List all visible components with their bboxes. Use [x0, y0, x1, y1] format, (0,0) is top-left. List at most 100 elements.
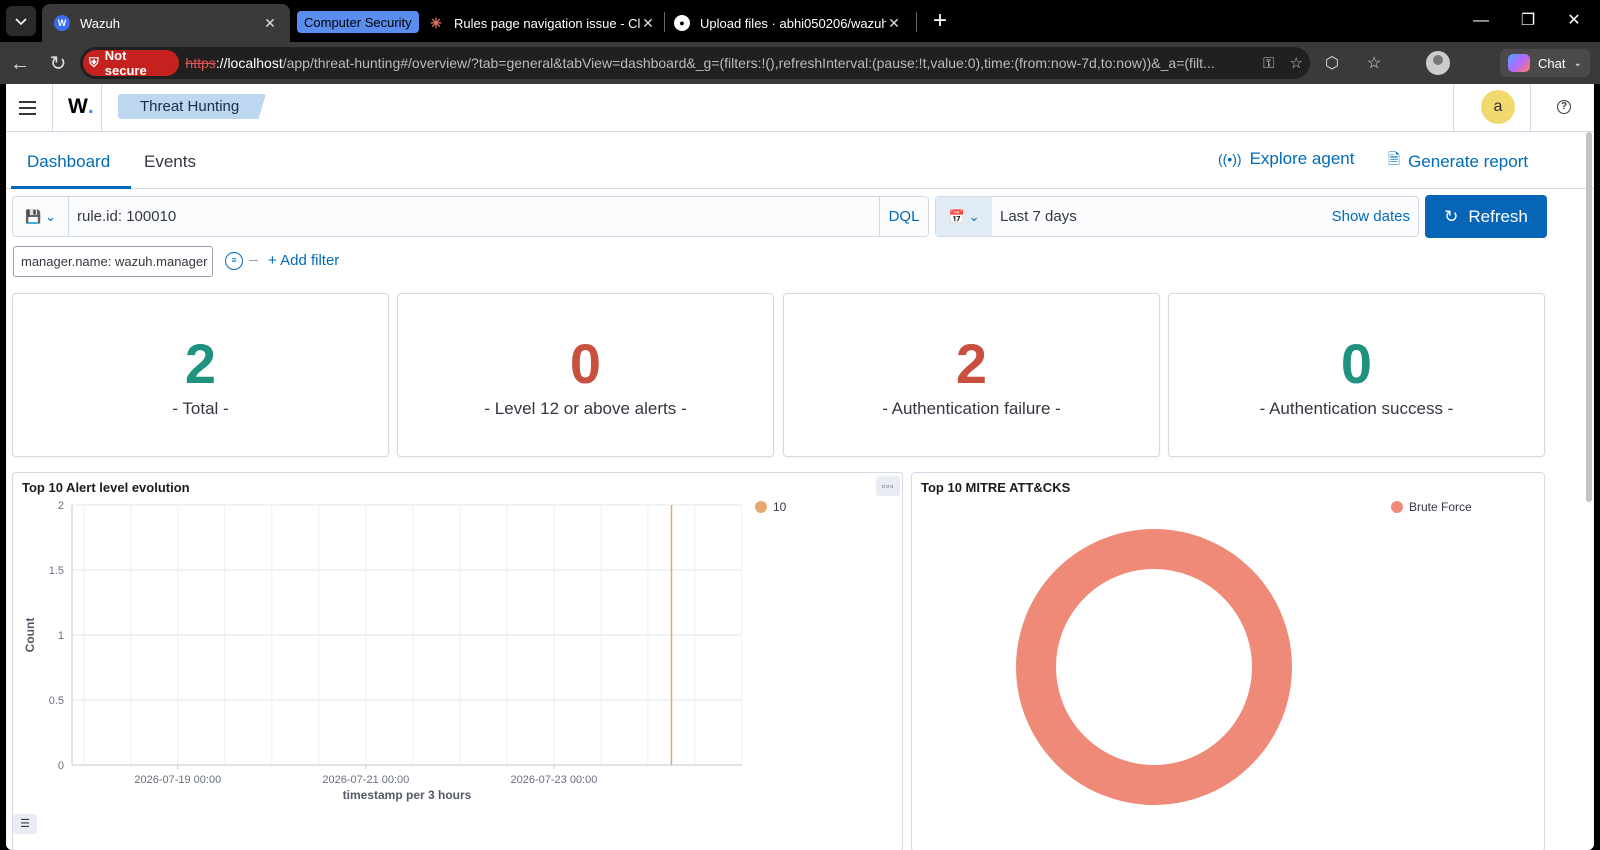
- show-dates-link[interactable]: Show dates: [1332, 208, 1410, 225]
- reload-button[interactable]: ↻: [44, 50, 72, 78]
- y-tick-label: 2: [58, 500, 64, 512]
- tab-wazuh[interactable]: W Wazuh ✕: [42, 4, 290, 42]
- back-button[interactable]: ←: [6, 50, 34, 78]
- quick-date-button[interactable]: 📅 ⌄: [936, 197, 992, 236]
- divider: [1530, 84, 1531, 132]
- panel-options-button[interactable]: ▫▫▫: [876, 476, 900, 496]
- breadcrumb[interactable]: Threat Hunting: [118, 94, 266, 119]
- refresh-icon: ↻: [1444, 206, 1459, 226]
- tab-title: Upload files · abhi050206/wazuh-s: [700, 15, 886, 31]
- user-avatar[interactable]: a: [1481, 90, 1515, 124]
- tab-group-label[interactable]: Computer Security: [297, 11, 419, 33]
- saved-query-button[interactable]: 💾 ⌄: [13, 197, 69, 236]
- explore-agent-link[interactable]: ((•)) Explore agent: [1218, 149, 1354, 169]
- date-range-text[interactable]: Last 7 days: [1000, 208, 1077, 225]
- tab-separator: [664, 12, 665, 32]
- x-tick-label: 2026-07-23 00:00: [511, 774, 598, 786]
- alert-evolution-panel: Top 10 Alert level evolution ▫▫▫ 0 0.5 1 1.…: [12, 472, 903, 850]
- wazuh-icon: W: [54, 15, 70, 31]
- alert-evolution-chart: 0 0.5 1 1.5 2 2026-07-19 00:00 2026-07-21 00:0…: [23, 500, 787, 802]
- minimize-button[interactable]: —: [1458, 8, 1504, 34]
- list-icon[interactable]: ☰: [13, 814, 37, 834]
- filter-options-icon[interactable]: ≡: [225, 252, 243, 270]
- restore-button[interactable]: ❐: [1505, 8, 1551, 34]
- profile-avatar[interactable]: [1426, 51, 1450, 75]
- url-text[interactable]: https://localhost/app/threat-hunting#/ov…: [185, 55, 1255, 71]
- wazuh-logo[interactable]: W.: [68, 95, 94, 119]
- tab-actions-button[interactable]: [6, 6, 36, 36]
- copilot-chat-button[interactable]: Chat ⌄: [1500, 49, 1590, 77]
- metric-value: 0: [1340, 332, 1373, 395]
- chevron-down-icon: ⌄: [45, 208, 57, 224]
- metric-label: - Authentication success -: [1259, 399, 1454, 418]
- favorites-icon[interactable]: ☆: [1360, 50, 1388, 78]
- legend-label: Brute Force: [1409, 500, 1472, 514]
- tab-claude[interactable]: ✳ Rules page navigation issue - Clau ✕: [422, 4, 662, 42]
- generate-report-link[interactable]: 🗎 Generate report: [1388, 149, 1528, 174]
- star-icon[interactable]: ☆: [1283, 54, 1310, 72]
- wazuh-page: W. Threat Hunting a ? Dashboard Events (…: [6, 84, 1594, 850]
- close-tab-icon[interactable]: ✕: [640, 15, 656, 32]
- help-icon[interactable]: ?: [1557, 100, 1571, 114]
- chevron-down-icon: [15, 18, 27, 26]
- metric-auth-success: 0 - Authentication success -: [1168, 293, 1545, 457]
- new-tab-button[interactable]: +: [926, 8, 954, 36]
- search-input[interactable]: rule.id: 100010: [77, 208, 176, 225]
- menu-icon[interactable]: [16, 96, 40, 120]
- date-picker: 📅 ⌄ Last 7 days Show dates: [935, 196, 1419, 237]
- metric-label: - Total -: [172, 399, 229, 418]
- panel-title: Top 10 Alert level evolution: [22, 480, 190, 495]
- github-icon: ●: [674, 15, 690, 31]
- not-secure-label: Not secure: [104, 48, 147, 78]
- url-scheme: https: [185, 55, 216, 71]
- tab-dashboard[interactable]: Dashboard: [27, 152, 110, 172]
- metric-value: 2: [955, 332, 988, 395]
- document-icon: 🗎: [1388, 151, 1401, 168]
- tab-events[interactable]: Events: [144, 152, 196, 172]
- extensions-icon[interactable]: ⬡: [1318, 50, 1346, 78]
- metric-level12: 0 - Level 12 or above alerts -: [397, 293, 774, 457]
- close-tab-icon[interactable]: ✕: [886, 15, 902, 32]
- antenna-icon: ((•)): [1218, 151, 1242, 167]
- close-window-button[interactable]: ✕: [1551, 8, 1597, 34]
- security-badge[interactable]: ⛨ Not secure: [83, 48, 180, 78]
- app-header: W. Threat Hunting a ?: [6, 84, 1594, 132]
- key-icon[interactable]: ⚿: [1255, 55, 1282, 72]
- metric-value: 0: [569, 332, 602, 395]
- y-axis-title: Count: [23, 618, 37, 653]
- url-host: ://localhost: [215, 55, 283, 71]
- divider: [101, 84, 102, 132]
- x-axis-title: timestamp per 3 hours: [343, 788, 472, 802]
- legend-label: 10: [773, 500, 787, 514]
- generate-report-label: Generate report: [1408, 151, 1529, 171]
- claude-icon: ✳: [430, 14, 442, 31]
- add-filter-button[interactable]: + Add filter: [268, 252, 339, 269]
- url-path: /app/threat-hunting#/overview/?tab=gener…: [282, 55, 1215, 71]
- divider: [1453, 84, 1454, 132]
- y-tick-label: 0.5: [49, 695, 64, 707]
- query-language-button[interactable]: DQL: [879, 197, 928, 236]
- panel-title: Top 10 MITRE ATT&CKS: [921, 480, 1071, 495]
- active-tab-indicator: [11, 186, 131, 189]
- chevron-down-icon: ⌄: [1573, 57, 1582, 69]
- metric-label: - Level 12 or above alerts -: [484, 399, 687, 418]
- legend-swatch: [1391, 501, 1403, 513]
- shield-warning-icon: ⛨: [89, 55, 99, 70]
- y-tick-label: 1: [58, 630, 64, 642]
- divider: [52, 84, 53, 132]
- scrollbar[interactable]: [1586, 132, 1592, 502]
- filter-pill[interactable]: manager.name: wazuh.manager: [13, 246, 213, 277]
- refresh-button[interactable]: ↻ Refresh: [1425, 195, 1547, 238]
- chat-label: Chat: [1538, 55, 1566, 71]
- chevron-down-icon: ⌄: [968, 208, 980, 224]
- save-icon: 💾: [24, 208, 42, 224]
- y-tick-label: 1.5: [49, 565, 64, 577]
- y-tick-label: 0: [58, 760, 64, 772]
- metric-label: - Authentication failure -: [882, 399, 1061, 418]
- x-tick-label: 2026-07-21 00:00: [322, 774, 409, 786]
- donut-slice-0: [1016, 529, 1292, 805]
- tab-title: Rules page navigation issue - Clau: [454, 15, 640, 31]
- close-tab-icon[interactable]: ✕: [262, 15, 278, 32]
- tab-github[interactable]: ● Upload files · abhi050206/wazuh-s ✕: [668, 4, 908, 42]
- address-bar[interactable]: ⛨ Not secure https://localhost/app/threa…: [80, 47, 1310, 79]
